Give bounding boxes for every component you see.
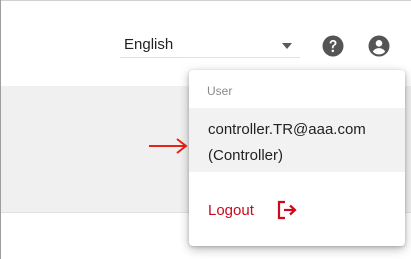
account-circle-icon [368, 35, 390, 57]
caret-down-icon [282, 43, 292, 49]
help-button[interactable] [322, 35, 344, 57]
red-arrow-icon [149, 138, 188, 154]
account-button[interactable] [368, 35, 390, 57]
logout-button[interactable]: Logout [189, 194, 405, 228]
language-selected-value: English [124, 36, 174, 53]
user-menu: User controller.TR@aaa.com (Controller) … [189, 70, 405, 246]
app-frame: English User controller.TR@aaa.com (Cont… [0, 0, 411, 259]
logout-label: Logout [208, 202, 254, 219]
left-border [0, 0, 1, 259]
help-circle-icon [322, 35, 344, 57]
logout-icon [277, 200, 297, 220]
current-user-item: controller.TR@aaa.com (Controller) [189, 108, 405, 172]
user-section-label: User [207, 84, 233, 98]
user-email: controller.TR@aaa.com [208, 121, 366, 138]
user-role: (Controller) [208, 147, 284, 164]
language-select[interactable]: English [120, 33, 300, 58]
